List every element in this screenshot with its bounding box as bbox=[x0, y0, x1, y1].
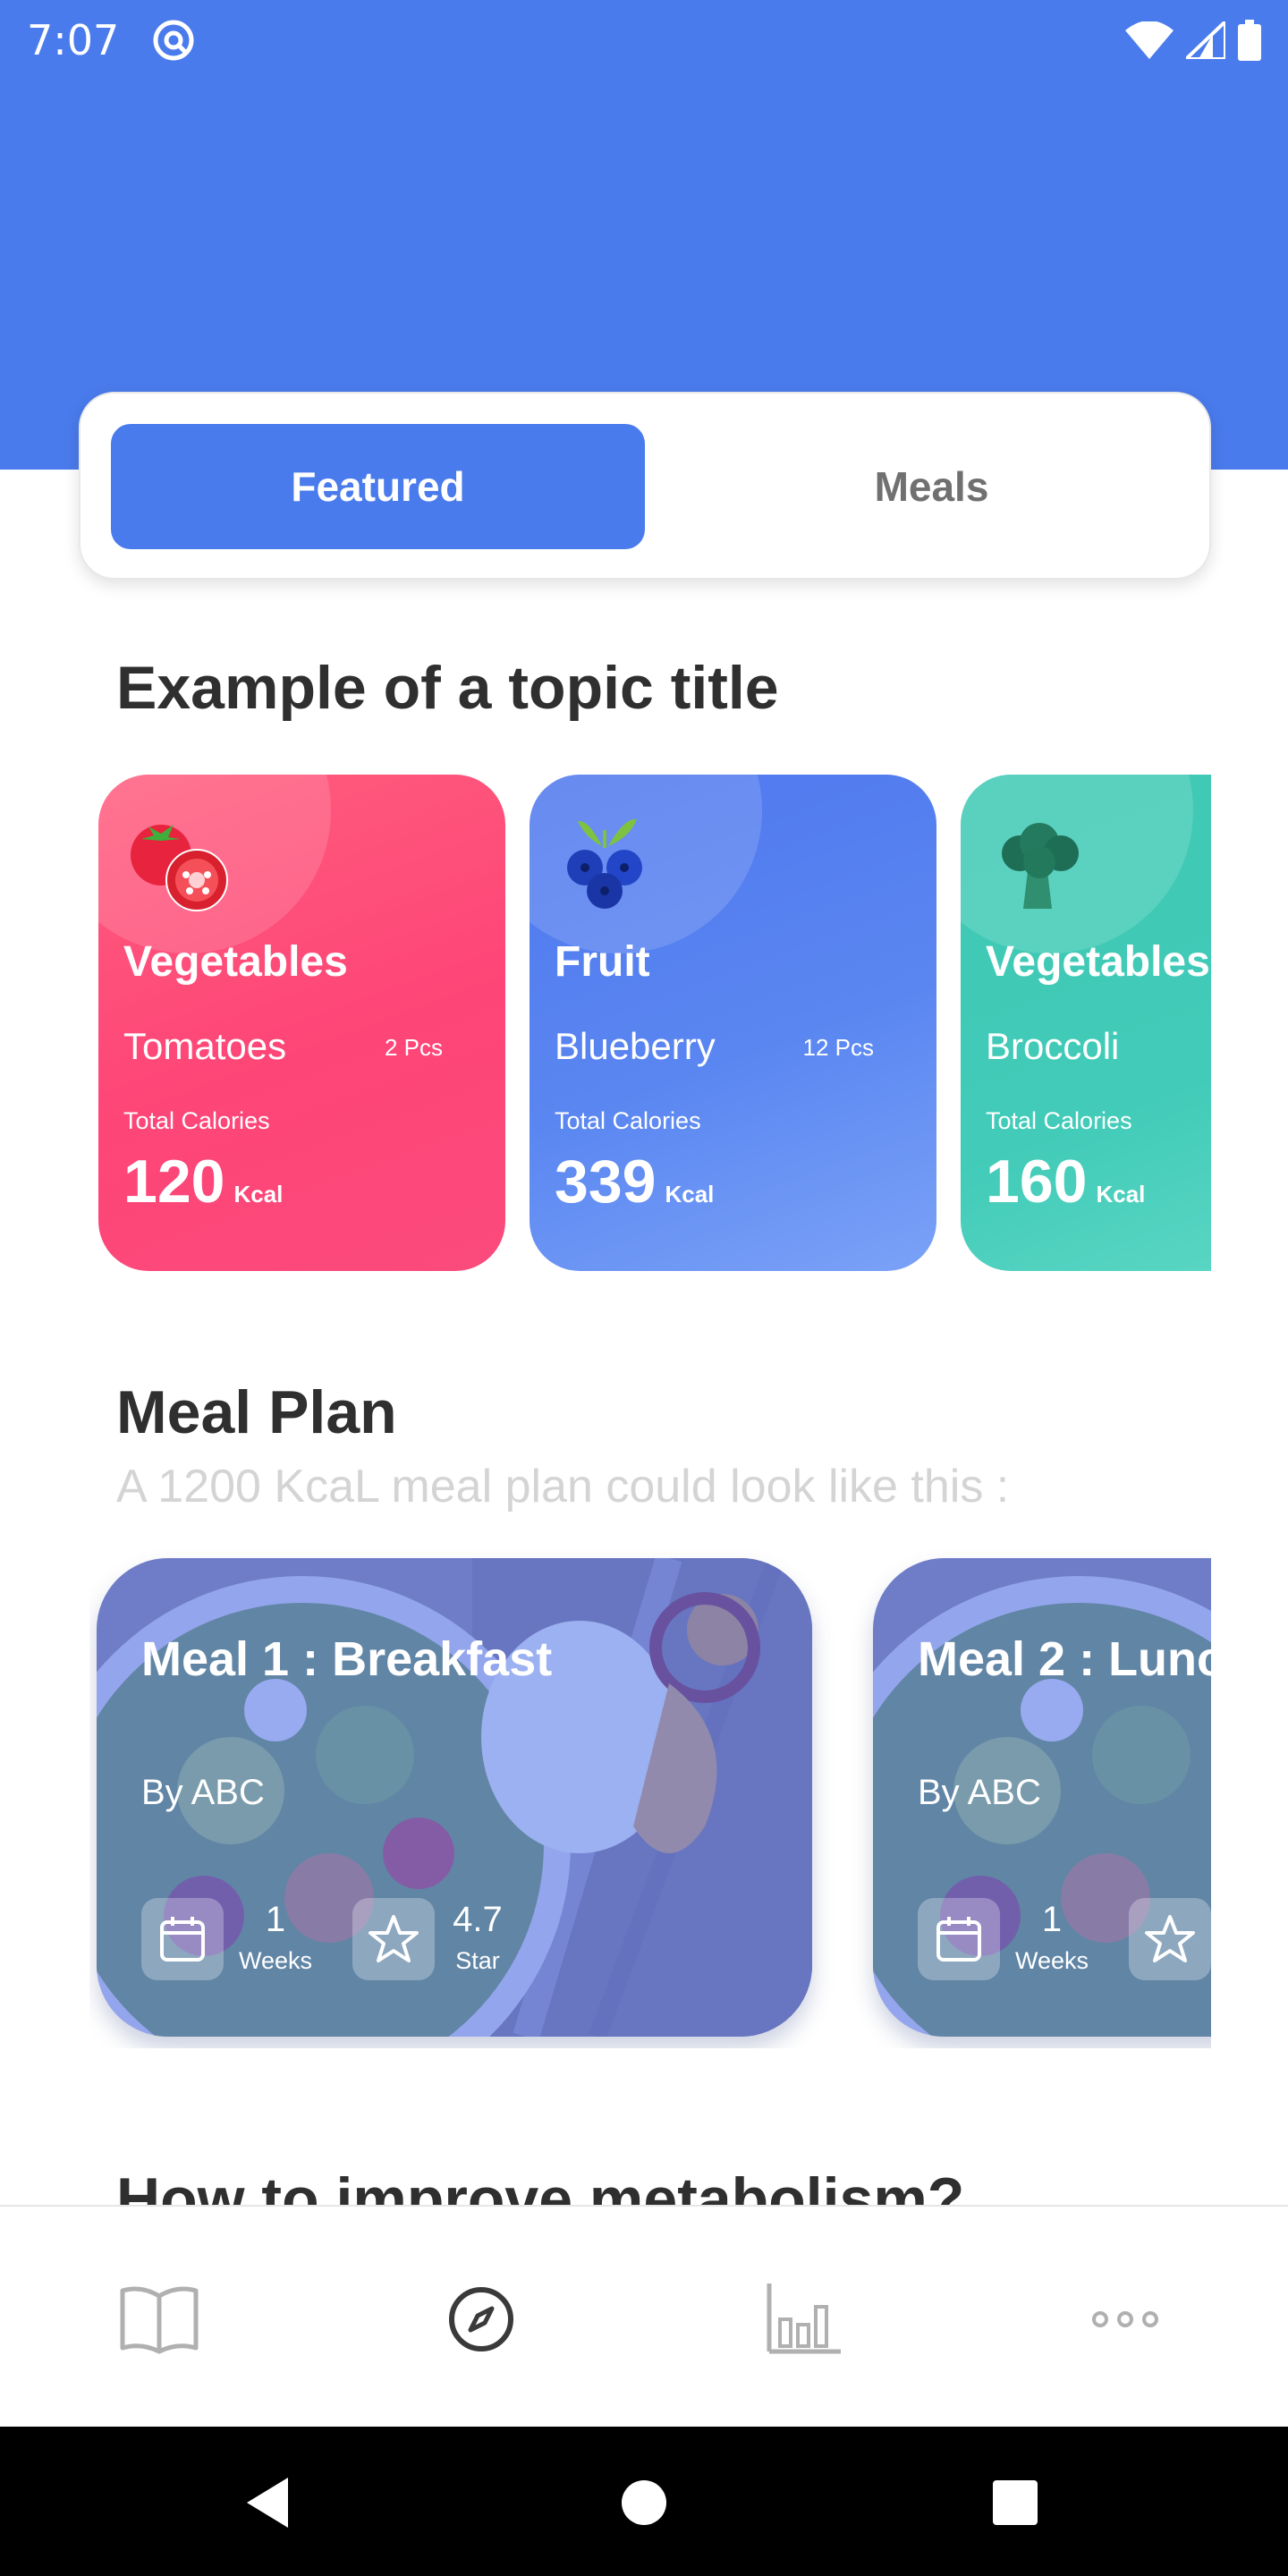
meal-author: By ABC bbox=[141, 1773, 265, 1812]
compass-icon[interactable] bbox=[436, 2275, 526, 2364]
meal-cards-carousel[interactable]: Meal 1 : Breakfast By ABC 1 Weeks 4.7 St… bbox=[89, 1547, 1211, 2048]
meal-plan-subtitle: A 1200 KcaL meal plan could look like th… bbox=[116, 1461, 1010, 1513]
status-indicators bbox=[1125, 20, 1261, 61]
segment-tabs: Featured Meals bbox=[79, 392, 1211, 580]
duration-value: 1 bbox=[265, 1900, 286, 1939]
duration-label: Weeks bbox=[1014, 1947, 1089, 1974]
star-icon bbox=[352, 1898, 435, 1980]
card-total-label: Total Calories bbox=[123, 1107, 270, 1134]
calendar-icon bbox=[141, 1898, 224, 1980]
card-quantity: 2 Pcs bbox=[384, 1034, 443, 1061]
rating-value: 4.7 bbox=[453, 1900, 503, 1939]
calorie-unit: Kcal bbox=[1096, 1181, 1146, 1208]
calorie-value: 160 bbox=[986, 1148, 1088, 1216]
meal-title: Meal 1 : Breakfast bbox=[141, 1632, 553, 1686]
food-card[interactable]: Vegetables Tomatoes 2 Pcs Total Calories… bbox=[98, 775, 505, 1271]
book-icon[interactable] bbox=[114, 2275, 204, 2364]
card-quantity: 12 Pcs bbox=[802, 1034, 875, 1061]
card-calories: 120 Kcal bbox=[123, 1147, 283, 1216]
food-card[interactable]: Vegetables Broccoli Total Calories 160 Kc… bbox=[961, 775, 1211, 1271]
calorie-value: 120 bbox=[123, 1148, 225, 1216]
topic-title: Example of a topic title bbox=[116, 654, 779, 722]
meal-author: By ABC bbox=[918, 1773, 1041, 1812]
duration-label: Weeks bbox=[238, 1947, 313, 1974]
blueberry-icon bbox=[567, 818, 642, 909]
meal-title: Meal 2 : Lunch bbox=[918, 1632, 1211, 1686]
tomato-icon bbox=[131, 825, 228, 911]
home-icon[interactable] bbox=[604, 2462, 684, 2543]
card-item: Blueberry bbox=[555, 1025, 716, 1067]
calorie-unit: Kcal bbox=[233, 1181, 284, 1208]
meal-card[interactable]: Meal 2 : Lunch By ABC 1 Weeks bbox=[873, 1558, 1211, 2037]
card-item: Tomatoes bbox=[123, 1025, 287, 1067]
card-category: Fruit bbox=[555, 938, 650, 986]
card-total-label: Total Calories bbox=[986, 1107, 1132, 1134]
card-category: Vegetables bbox=[986, 938, 1210, 986]
broccoli-icon bbox=[1002, 823, 1079, 909]
card-item: Broccoli bbox=[986, 1025, 1120, 1067]
bottom-nav bbox=[0, 2205, 1288, 2427]
food-card[interactable]: Fruit Blueberry 12 Pcs Total Calories 33… bbox=[530, 775, 936, 1271]
at-sign-icon bbox=[153, 20, 194, 61]
meal-plan-title: Meal Plan bbox=[116, 1378, 397, 1446]
calendar-icon bbox=[918, 1898, 1000, 1980]
star-icon bbox=[1129, 1898, 1211, 1980]
tab-meals[interactable]: Meals bbox=[665, 424, 1199, 549]
tab-featured[interactable]: Featured bbox=[111, 424, 645, 549]
status-time: 7:07 bbox=[27, 16, 120, 64]
card-calories: 339 Kcal bbox=[555, 1147, 714, 1216]
food-cards-carousel[interactable]: Vegetables Tomatoes 2 Pcs Total Calories… bbox=[89, 769, 1211, 1279]
signal-icon bbox=[1186, 21, 1225, 59]
rating-label: Star bbox=[455, 1947, 500, 1974]
card-calories: 160 Kcal bbox=[986, 1147, 1145, 1216]
status-bar: 7:07 bbox=[0, 0, 1288, 80]
calorie-unit: Kcal bbox=[665, 1181, 715, 1208]
duration-value: 1 bbox=[1041, 1900, 1063, 1939]
more-icon[interactable] bbox=[1080, 2275, 1170, 2364]
back-icon[interactable] bbox=[228, 2462, 309, 2543]
calorie-value: 339 bbox=[555, 1148, 657, 1216]
card-total-label: Total Calories bbox=[555, 1107, 701, 1134]
wifi-icon bbox=[1125, 21, 1174, 59]
battery-icon bbox=[1238, 20, 1261, 61]
system-nav-bar bbox=[0, 2427, 1288, 2576]
recents-icon[interactable] bbox=[975, 2462, 1055, 2543]
meal-card[interactable]: Meal 1 : Breakfast By ABC 1 Weeks 4.7 St… bbox=[97, 1558, 812, 2037]
bar-chart-icon[interactable] bbox=[758, 2275, 848, 2364]
card-category: Vegetables bbox=[123, 938, 348, 986]
